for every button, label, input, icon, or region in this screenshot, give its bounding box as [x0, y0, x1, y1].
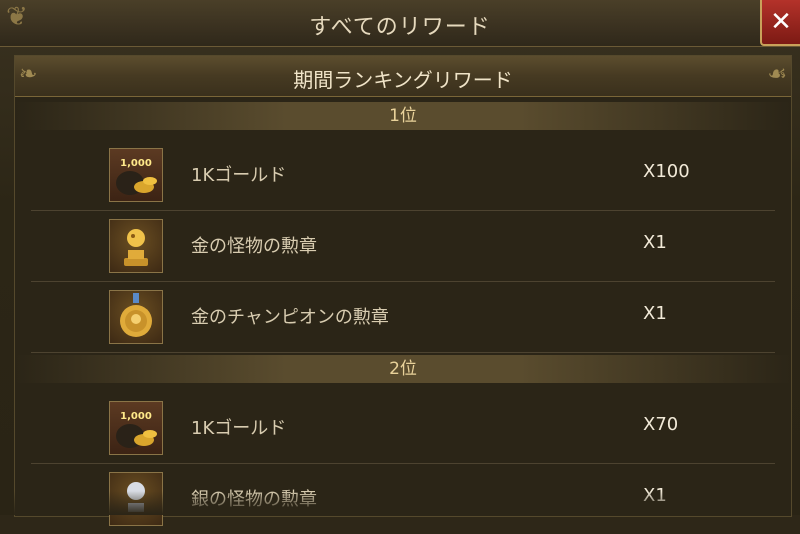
reward-row: 1,000 1Kゴールド X100: [31, 140, 775, 211]
gold-champion-medal-icon: [109, 290, 163, 344]
panel-header: ❧ 期間ランキングリワード ☙: [15, 56, 791, 97]
gold-coins-icon: 1,000: [109, 148, 163, 202]
rank-header-1: 1位: [15, 102, 791, 130]
item-name: 1Kゴールド: [191, 418, 287, 439]
reward-row: 金の怪物の勲章 X1: [31, 211, 775, 282]
window-title: すべてのリワード: [309, 15, 491, 40]
close-icon: ✕: [770, 7, 792, 37]
gold-monster-medal-icon: [109, 219, 163, 273]
close-button[interactable]: ✕: [760, 0, 800, 46]
title-bar: ❦ すべてのリワード: [0, 0, 800, 47]
reward-row: 金のチャンピオンの勲章 X1: [31, 282, 775, 353]
icon-amount-label: 1,000: [120, 411, 152, 422]
icon-amount-label: 1,000: [120, 158, 152, 169]
rank-header-2: 2位: [15, 355, 791, 383]
item-name: 1Kゴールド: [191, 165, 287, 186]
reward-row: 1,000 1Kゴールド X70: [31, 393, 775, 464]
reward-panel[interactable]: ❧ 期間ランキングリワード ☙ 1位 1,000 1Kゴールド X100 金の怪…: [14, 55, 792, 526]
item-quantity: X1: [643, 232, 667, 253]
flourish-right-icon: ☙: [767, 62, 787, 87]
item-quantity: X100: [643, 161, 690, 182]
item-quantity: X70: [643, 414, 679, 435]
item-name: 金のチャンピオンの勲章: [191, 307, 389, 328]
gold-coins-icon: 1,000: [109, 401, 163, 455]
reward-window: ❦ すべてのリワード ✕ ❧ 期間ランキングリワード ☙ 1位 1,000 1K…: [0, 0, 800, 526]
panel-title: 期間ランキングリワード: [293, 68, 513, 92]
scroll-fade: [14, 491, 790, 515]
item-name: 金の怪物の勲章: [191, 236, 317, 257]
item-quantity: X1: [643, 303, 667, 324]
